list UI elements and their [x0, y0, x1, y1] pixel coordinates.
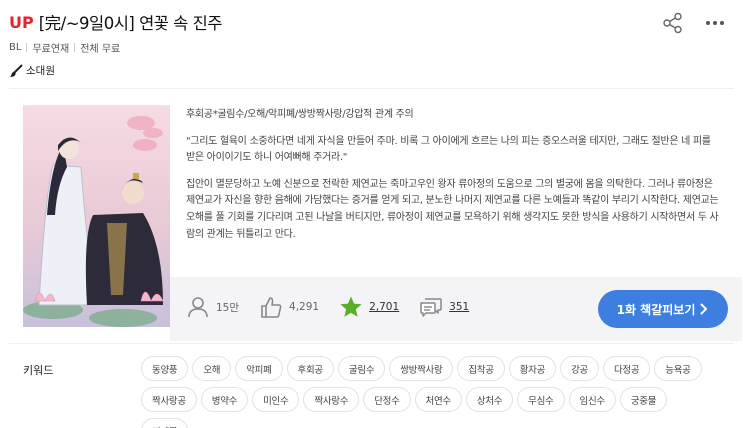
star-icon	[340, 296, 362, 317]
keyword-chip[interactable]: 동양풍	[141, 356, 189, 381]
thumb-up-icon	[261, 297, 282, 318]
up-badge: UP	[9, 12, 34, 32]
keyword-chip[interactable]: 악피폐	[235, 356, 283, 381]
keyword-list: 동양풍 오해 악피폐 후회공 굴림수 쌍방짝사랑 집착공 황자공 강공 다정공 능욕공짝사랑공 병약수…	[141, 356, 711, 428]
keyword-chip[interactable]: 능욕공	[654, 356, 702, 381]
serial-label: 무료연재	[32, 44, 70, 55]
keyword-chip[interactable]: 단정수	[363, 387, 411, 412]
chevron-right-icon	[700, 303, 708, 315]
keyword-chip[interactable]: 무심수	[517, 387, 565, 412]
stats-bar: 15만 4,291 2,701 351 1화 책갈피보기	[170, 277, 742, 341]
keyword-chip[interactable]: 짝사랑수	[303, 387, 360, 412]
more-icon	[706, 21, 724, 25]
meta-row: BL 무료연재 전체 무료	[9, 40, 120, 55]
keyword-chip[interactable]: 황자공	[508, 356, 557, 381]
keyword-chip[interactable]: 오해	[192, 356, 232, 381]
description-quote: "그리도 혈육이 소중하다면 네게 자식을 만들어 주마. 비록 그 아이에게 …	[186, 135, 711, 164]
keyword-chip[interactable]: 피폐물	[141, 418, 189, 428]
keywords-label: 키워드	[23, 364, 54, 377]
keyword-chip[interactable]: 다정공	[602, 356, 651, 381]
keyword-chip[interactable]: 병약수	[200, 387, 249, 412]
keyword-chip[interactable]: 임신수	[568, 387, 616, 412]
share-icon	[663, 12, 682, 34]
cover-image	[23, 105, 170, 327]
description-body: 집안이 멸문당하고 노예 신분으로 전락한 제연교는 죽마고우인 왕자 류아정의…	[186, 178, 719, 240]
share-button[interactable]	[659, 9, 687, 37]
genre-label: BL	[9, 42, 22, 53]
views-count: 15만	[216, 301, 240, 314]
user-icon	[188, 297, 208, 318]
likes-stat[interactable]: 4,291	[259, 295, 319, 319]
divider	[74, 43, 76, 52]
keyword-chip[interactable]: 굴림수	[337, 356, 386, 381]
divider	[26, 43, 28, 52]
likes-count: 4,291	[289, 301, 320, 313]
rating-count[interactable]: 2,701	[369, 301, 399, 313]
comments-count[interactable]: 351	[449, 301, 469, 313]
read-first-episode-button[interactable]: 1화 책갈피보기	[598, 290, 728, 328]
views-stat: 15만	[186, 295, 239, 319]
page-title: [完/~9일0시] 연꽃 속 진주	[38, 14, 223, 33]
keyword-chip[interactable]: 쌍방짝사랑	[389, 356, 454, 381]
stats: 15만 4,291 2,701 351	[186, 295, 489, 319]
title-row: UP [完/~9일0시] 연꽃 속 진주	[9, 9, 222, 35]
keyword-chip[interactable]: 짝사랑공	[141, 387, 197, 412]
author-link[interactable]: 소대원	[9, 63, 55, 78]
keyword-chip[interactable]: 처연수	[414, 387, 462, 412]
keyword-chip[interactable]: 상처수	[465, 387, 514, 412]
divider	[9, 88, 734, 89]
keyword-chip[interactable]: 후회공	[286, 356, 334, 381]
keyword-chip[interactable]: 집착공	[457, 356, 505, 381]
brush-icon	[10, 64, 23, 77]
author-name: 소대원	[26, 65, 55, 77]
comments-stat[interactable]: 351	[419, 295, 469, 319]
description-tags: 후회공*굴림수/오해/악피폐/쌍방짝사랑/강압적 관계 주의	[186, 109, 414, 120]
comment-icon	[420, 298, 442, 317]
divider	[9, 343, 734, 344]
rating-stat[interactable]: 2,701	[339, 295, 399, 319]
keyword-chip[interactable]: 강공	[560, 356, 599, 381]
keyword-chip[interactable]: 미인수	[252, 387, 300, 412]
more-button[interactable]	[701, 9, 729, 37]
keyword-chip[interactable]: 궁중물	[619, 387, 668, 412]
read-button-label: 1화 책갈피보기	[616, 302, 696, 317]
price-label: 전체 무료	[80, 44, 121, 55]
description: 후회공*굴림수/오해/악피폐/쌍방짝사랑/강압적 관계 주의 "그리도 혈육이 …	[186, 107, 722, 243]
top-actions	[659, 9, 729, 37]
